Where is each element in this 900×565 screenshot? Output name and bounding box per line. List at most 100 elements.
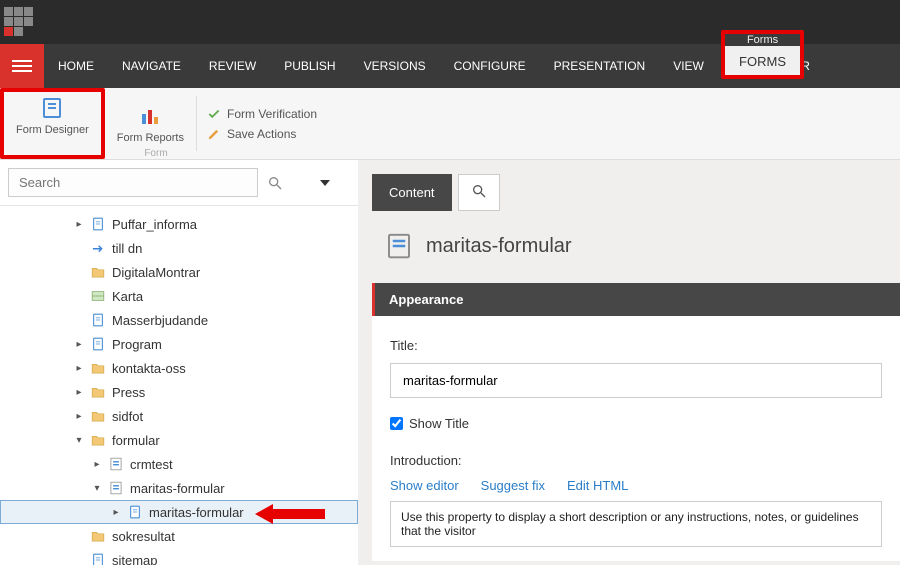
tree-caret-icon[interactable]: ▸ xyxy=(74,387,84,398)
introduction-label: Introduction: xyxy=(390,453,882,468)
tab-navigate[interactable]: NAVIGATE xyxy=(108,44,195,88)
tree-item-label: crmtest xyxy=(130,457,173,472)
tree-item[interactable]: ▾ formular xyxy=(0,428,358,452)
form-reports-icon xyxy=(138,104,162,128)
form-reports-label: Form Reports xyxy=(117,132,184,144)
search-icon xyxy=(471,183,487,199)
tree-item-label: sidfot xyxy=(112,409,143,424)
tree-caret-icon[interactable]: ▸ xyxy=(92,459,102,470)
tree-item-label: sitemap xyxy=(112,553,158,565)
tree-item-label: Karta xyxy=(112,289,143,304)
sidebar: ▸ Puffar_informatill dn DigitalaMontrar Kar… xyxy=(0,160,358,565)
show-title-checkbox[interactable] xyxy=(390,417,403,430)
tree-item[interactable]: till dn xyxy=(0,236,358,260)
tree-item-label: kontakta-oss xyxy=(112,361,186,376)
ribbon-group-caption: Form xyxy=(126,148,186,159)
tree-item[interactable]: ▸Program xyxy=(0,332,358,356)
tree-caret-icon[interactable]: ▸ xyxy=(74,363,84,374)
tree-item-label: Masserbjudande xyxy=(112,313,208,328)
contextual-group-label: Forms xyxy=(725,34,800,46)
page-icon xyxy=(90,336,106,352)
tab-forms[interactable]: FORMS xyxy=(725,46,800,75)
folder-icon xyxy=(90,408,106,424)
tree-item[interactable]: Masserbjudande xyxy=(0,308,358,332)
tree-item[interactable]: Karta xyxy=(0,284,358,308)
search-dropdown[interactable] xyxy=(320,180,330,186)
save-actions-button[interactable]: Save Actions xyxy=(207,127,317,141)
page-icon xyxy=(90,216,106,232)
page-icon xyxy=(127,504,143,520)
tree-item-label: maritas-formular xyxy=(130,481,225,496)
tree-item[interactable]: ▸ crmtest xyxy=(0,452,358,476)
tree-caret-icon[interactable]: ▸ xyxy=(74,219,84,230)
tree-item-label: Puffar_informa xyxy=(112,217,197,232)
tree-item[interactable]: DigitalaMontrar xyxy=(0,260,358,284)
menu-button[interactable] xyxy=(0,44,44,88)
tree-item[interactable]: ▸ Puffar_informa xyxy=(0,212,358,236)
tree-item[interactable]: sitemap xyxy=(0,548,358,565)
show-title-label: Show Title xyxy=(409,416,469,431)
section-appearance-header[interactable]: Appearance xyxy=(372,283,900,316)
tree-caret-icon[interactable]: ▸ xyxy=(74,339,84,350)
form-designer-icon xyxy=(40,96,64,120)
folder-icon xyxy=(90,264,106,280)
introduction-text[interactable]: Use this property to display a short des… xyxy=(390,501,882,547)
tree-caret-icon[interactable]: ▸ xyxy=(74,411,84,422)
edit-html-link[interactable]: Edit HTML xyxy=(567,478,628,493)
tab-presentation[interactable]: PRESENTATION xyxy=(540,44,660,88)
contextual-tab-forms: Forms FORMS xyxy=(721,30,804,79)
tree-item-label: sokresultat xyxy=(112,529,175,544)
form-icon xyxy=(108,456,124,472)
tab-view[interactable]: VIEW xyxy=(659,44,718,88)
form-verification-label: Form Verification xyxy=(227,107,317,121)
tab-configure[interactable]: CONFIGURE xyxy=(440,44,540,88)
form-icon xyxy=(384,231,414,261)
tree-item-label: Press xyxy=(112,385,145,400)
tree-item-label: maritas-formular xyxy=(149,505,244,520)
suggest-fix-link[interactable]: Suggest fix xyxy=(481,478,545,493)
tab-review[interactable]: REVIEW xyxy=(195,44,270,88)
title-input[interactable] xyxy=(390,363,882,398)
map-icon xyxy=(90,288,106,304)
search-icon xyxy=(267,175,283,191)
tree-caret-icon[interactable]: ▸ xyxy=(111,507,121,518)
form-designer-label: Form Designer xyxy=(16,124,89,136)
ribbon: Form Designer Form Reports Form Verifica… xyxy=(0,88,900,160)
tree-caret-icon[interactable]: ▾ xyxy=(74,435,84,446)
tree-item[interactable]: sokresultat xyxy=(0,524,358,548)
pencil-icon xyxy=(207,127,221,141)
form-verification-button[interactable]: Form Verification xyxy=(207,107,317,121)
tree-item[interactable]: ▾ maritas-formular xyxy=(0,476,358,500)
show-title-checkbox-row[interactable]: Show Title xyxy=(390,416,882,431)
search-input[interactable] xyxy=(8,168,258,197)
tree-item-label: till dn xyxy=(112,241,142,256)
folder-icon xyxy=(90,384,106,400)
tree-item-label: formular xyxy=(112,433,160,448)
save-actions-label: Save Actions xyxy=(227,127,296,141)
form-icon xyxy=(108,480,124,496)
arrow-icon xyxy=(90,240,106,256)
tree-item-label: DigitalaMontrar xyxy=(112,265,200,280)
tab-home[interactable]: HOME xyxy=(44,44,108,88)
content-tree[interactable]: ▸ Puffar_informatill dn DigitalaMontrar Kar… xyxy=(0,206,358,565)
content-tab-content[interactable]: Content xyxy=(372,174,452,211)
show-editor-link[interactable]: Show editor xyxy=(390,478,459,493)
folder-icon xyxy=(90,360,106,376)
form-designer-button[interactable]: Form Designer xyxy=(4,92,101,140)
content-panel: Content maritas-formular Appearance Titl… xyxy=(358,160,900,565)
content-tab-search[interactable] xyxy=(458,174,500,211)
check-icon xyxy=(207,107,221,121)
tree-item[interactable]: ▸ maritas-formular xyxy=(0,500,358,524)
tree-caret-icon[interactable]: ▾ xyxy=(92,483,102,494)
tree-item[interactable]: ▸ Press xyxy=(0,380,358,404)
folder-icon xyxy=(90,528,106,544)
page-icon xyxy=(90,552,106,565)
page-icon xyxy=(90,312,106,328)
tree-item[interactable]: ▸ sidfot xyxy=(0,404,358,428)
search-button[interactable] xyxy=(266,174,284,192)
folder-icon xyxy=(90,432,106,448)
tree-item[interactable]: ▸ kontakta-oss xyxy=(0,356,358,380)
tab-versions[interactable]: VERSIONS xyxy=(350,44,440,88)
tab-publish[interactable]: PUBLISH xyxy=(270,44,349,88)
title-field-label: Title: xyxy=(390,338,882,353)
